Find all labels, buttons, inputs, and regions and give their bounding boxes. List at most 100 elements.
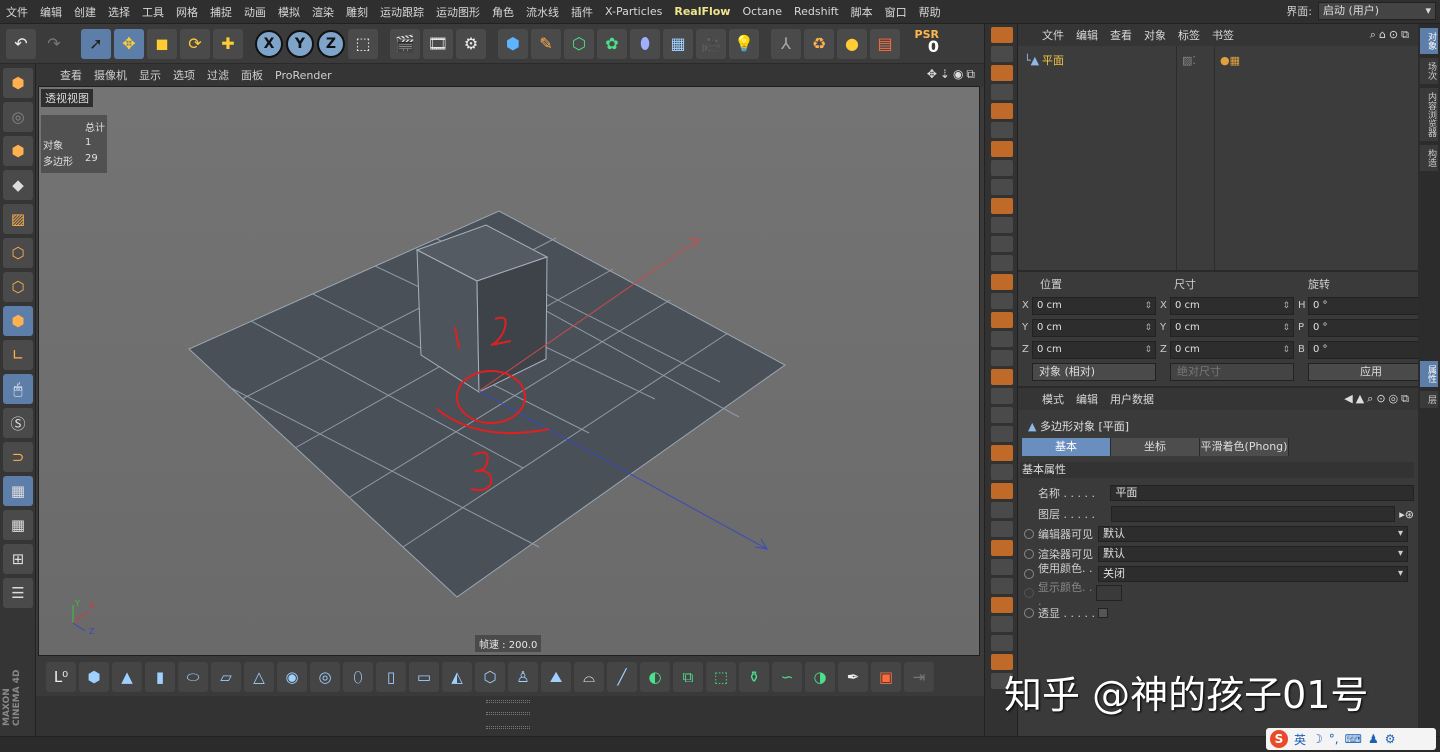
menu-item-help[interactable]: 帮助 xyxy=(913,4,947,20)
cube-primitive-icon[interactable]: ⬢ xyxy=(498,28,528,59)
viewport-nav-icons[interactable]: ✥⇣◉⧉ xyxy=(927,67,978,82)
tag-tool-icon[interactable] xyxy=(991,559,1013,575)
tag-tool-icon[interactable] xyxy=(991,312,1013,328)
menu-item-sculpt[interactable]: 雕刻 xyxy=(340,4,374,20)
object-name[interactable]: 平面 xyxy=(1022,52,1178,68)
cylinder-icon[interactable]: ▮ xyxy=(145,662,175,692)
attr-nav-icons[interactable]: ◀▲⌕⊙◎⧉ xyxy=(1344,392,1412,406)
tweak-mode-icon[interactable]: 🖱 xyxy=(3,374,33,404)
rot-h-field[interactable]: 0 ° xyxy=(1308,297,1434,315)
tag-tool-icon[interactable] xyxy=(991,369,1013,385)
tag-tool-icon[interactable] xyxy=(991,521,1013,537)
menu-item-window[interactable]: 窗口 xyxy=(879,4,913,20)
camera-icon[interactable]: 🎥 xyxy=(696,28,726,59)
tab-coordinates[interactable]: 坐标 xyxy=(1111,438,1200,456)
render-view-icon[interactable]: 🎬 xyxy=(390,28,420,59)
ime-punctuation-icon[interactable]: °, xyxy=(1329,732,1339,746)
viewport-menu-prorender[interactable]: ProRender xyxy=(275,69,332,82)
workplane-align-icon[interactable]: ▦ xyxy=(3,510,33,540)
sidetab-takes[interactable]: 场次 xyxy=(1420,58,1438,84)
texture-icon[interactable]: ◆ xyxy=(3,170,33,200)
picture-viewer-icon[interactable]: ▣ xyxy=(871,662,901,692)
attr-menu-edit[interactable]: 编辑 xyxy=(1076,391,1098,407)
menu-item-character[interactable]: 角色 xyxy=(486,4,520,20)
subdivision-icon[interactable]: ⬡ xyxy=(564,28,594,59)
tag-tool-icon[interactable] xyxy=(991,407,1013,423)
edges-mode-icon[interactable]: ⬡ xyxy=(3,272,33,302)
pos-x-field[interactable]: 0 cm xyxy=(1032,297,1156,315)
objmgr-menu-tags[interactable]: 标签 xyxy=(1178,27,1200,43)
sidetab-objects[interactable]: 对象 xyxy=(1420,28,1438,54)
render-visible-select[interactable]: 默认 xyxy=(1098,546,1408,562)
cone-icon[interactable]: ▲ xyxy=(112,662,142,692)
menu-item-simulate[interactable]: 模拟 xyxy=(272,4,306,20)
sidetab-content-browser[interactable]: 内容浏览器 xyxy=(1420,88,1438,141)
cube-icon[interactable]: ⬢ xyxy=(79,662,109,692)
objmgr-menu-objects[interactable]: 对象 xyxy=(1144,27,1166,43)
rot-b-field[interactable]: 0 ° xyxy=(1308,341,1434,359)
platonic-icon[interactable]: ⬡ xyxy=(475,662,505,692)
attr-menu-userdata[interactable]: 用户数据 xyxy=(1110,391,1154,407)
subdivision-surface-icon[interactable]: ◐ xyxy=(640,662,670,692)
viewport-menu-view[interactable]: 查看 xyxy=(60,67,82,83)
tag-tool-icon[interactable] xyxy=(991,635,1013,651)
ime-language[interactable]: 英 xyxy=(1294,731,1306,748)
menu-item-select[interactable]: 选择 xyxy=(102,4,136,20)
pen-spline-icon[interactable]: ✎ xyxy=(531,28,561,59)
menu-item-render[interactable]: 渲染 xyxy=(306,4,340,20)
tag-tool-icon[interactable] xyxy=(991,274,1013,290)
menu-item-realflow[interactable]: RealFlow xyxy=(668,5,736,18)
unknown-tool-icon[interactable]: ⇥ xyxy=(904,662,934,692)
tag-tool-icon[interactable] xyxy=(991,160,1013,176)
layer-picker-icon[interactable]: ▸⊛ xyxy=(1399,508,1414,521)
size-mode-select[interactable]: 绝对尺寸 xyxy=(1170,363,1294,381)
move-tool-icon[interactable]: ✥ xyxy=(114,28,144,59)
tag-tool-icon[interactable] xyxy=(991,179,1013,195)
floor-icon[interactable]: ▦ xyxy=(663,28,693,59)
attr-menu-mode[interactable]: 模式 xyxy=(1042,391,1064,407)
menu-item-redshift[interactable]: Redshift xyxy=(788,5,845,18)
timeline-grip[interactable] xyxy=(486,726,530,729)
render-picture-viewer-icon[interactable]: 🎞 xyxy=(423,28,453,59)
timeline-grip[interactable] xyxy=(486,712,530,715)
undo-icon[interactable]: ↶ xyxy=(6,28,36,59)
rot-p-field[interactable]: 0 ° xyxy=(1308,319,1434,337)
model-mode-icon[interactable]: ⬢ xyxy=(3,136,33,166)
material-tag-icon[interactable]: ●▦ xyxy=(1220,54,1240,67)
pos-y-field[interactable]: 0 cm xyxy=(1032,319,1156,337)
pos-z-field[interactable]: 0 cm xyxy=(1032,341,1156,359)
tag-tool-icon[interactable] xyxy=(991,236,1013,252)
axis-mode-icon[interactable]: ∟ xyxy=(3,340,33,370)
attr-layer-field[interactable] xyxy=(1111,506,1396,522)
boole-icon[interactable]: ◑ xyxy=(805,662,835,692)
transform-tool-icon[interactable]: ✚ xyxy=(213,28,243,59)
z-axis-lock-icon[interactable]: Z xyxy=(317,29,345,58)
tag-tool-icon[interactable] xyxy=(991,540,1013,556)
tag-tool-icon[interactable] xyxy=(991,65,1013,81)
visibility-toggle-icon[interactable]: ▨⁚ xyxy=(1182,54,1196,67)
workplane-icon[interactable]: ▨ xyxy=(3,204,33,234)
menu-item-octane[interactable]: Octane xyxy=(736,5,788,18)
menu-item-create[interactable]: 创建 xyxy=(68,4,102,20)
sidetab-structure[interactable]: 构造 xyxy=(1420,145,1438,171)
rotate-tool-icon[interactable]: ⟳ xyxy=(180,28,210,59)
tag-tool-icon[interactable] xyxy=(991,331,1013,347)
polygon-icon[interactable]: △ xyxy=(244,662,274,692)
landscape-icon[interactable]: ⛰ xyxy=(541,662,571,692)
animate-radio-icon[interactable] xyxy=(1024,529,1034,539)
timeline-grip[interactable] xyxy=(486,700,530,703)
menu-item-edit[interactable]: 编辑 xyxy=(34,4,68,20)
editor-visible-select[interactable]: 默认 xyxy=(1098,526,1408,542)
tag-tool-icon[interactable] xyxy=(991,198,1013,214)
spline-pen-icon[interactable]: ╱ xyxy=(607,662,637,692)
menu-item-pipeline[interactable]: 流水线 xyxy=(520,4,565,20)
size-y-field[interactable]: 0 cm xyxy=(1170,319,1294,337)
pyramid-icon[interactable]: ◭ xyxy=(442,662,472,692)
tag-tool-icon[interactable] xyxy=(991,445,1013,461)
sweep-icon[interactable]: ∽ xyxy=(772,662,802,692)
array-icon[interactable]: ⧉ xyxy=(673,662,703,692)
tag-tool-icon[interactable] xyxy=(991,27,1013,43)
render-settings-icon[interactable]: ⚙ xyxy=(456,28,486,59)
menu-item-mesh[interactable]: 网格 xyxy=(170,4,204,20)
joint-tool-icon[interactable]: ⅄ xyxy=(771,28,801,59)
